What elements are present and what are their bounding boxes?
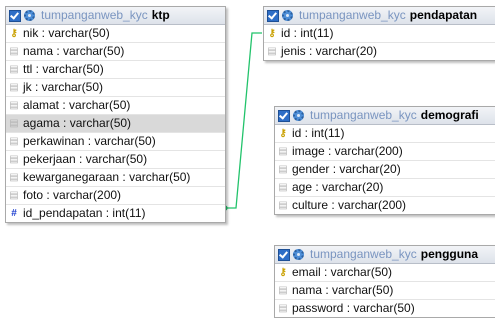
- table-header[interactable]: tumpanganweb_kyc ktp: [6, 7, 225, 25]
- column-icon: ▤: [9, 172, 19, 183]
- column-row[interactable]: ▤ foto : varchar(200): [6, 187, 225, 205]
- column-label: alamat : varchar(50): [23, 98, 131, 112]
- table-pendapatan[interactable]: tumpanganweb_kyc pendapatan ⚷ id : int(11…: [263, 6, 495, 61]
- column-row[interactable]: ▤ password : varchar(50): [275, 300, 495, 317]
- relation-line[interactable]: [226, 32, 262, 209]
- column-icon: ▤: [9, 118, 19, 129]
- gear-icon[interactable]: [24, 10, 35, 21]
- column-row[interactable]: ▤ alamat : varchar(50): [6, 97, 225, 115]
- column-label: age : varchar(20): [292, 180, 384, 194]
- column-label: id_pendapatan : int(11): [23, 206, 146, 220]
- column-row[interactable]: ⚷ email : varchar(50): [275, 264, 495, 282]
- table-header[interactable]: tumpanganweb_kyc demografi: [275, 107, 495, 125]
- table-name: ktp: [151, 8, 170, 22]
- column-row[interactable]: ▤ culture : varchar(200): [275, 197, 495, 214]
- column-icon: ▤: [9, 190, 19, 201]
- column-label: gender : varchar(20): [292, 162, 401, 176]
- column-label: id : int(11): [281, 26, 334, 40]
- column-row[interactable]: ▤ perkawinan : varchar(50): [6, 133, 225, 151]
- column-icon: ▤: [9, 136, 19, 147]
- checkbox-icon[interactable]: [278, 109, 290, 122]
- column-label: perkawinan : varchar(50): [23, 134, 156, 148]
- key-icon: ⚷: [279, 128, 287, 139]
- column-label: password : varchar(50): [292, 301, 415, 315]
- table-name: pendapatan: [409, 8, 478, 22]
- schema-name: tumpanganweb_kyc: [310, 108, 417, 122]
- column-row[interactable]: ▤ jenis : varchar(20): [264, 43, 495, 60]
- table-pengguna[interactable]: tumpanganweb_kyc pengguna ⚷ email : varch…: [274, 245, 495, 318]
- gear-icon[interactable]: [282, 10, 293, 21]
- table-header[interactable]: tumpanganweb_kyc pendapatan: [264, 7, 495, 25]
- key-icon: ⚷: [268, 28, 276, 39]
- column-row[interactable]: ▤ jk : varchar(50): [6, 79, 225, 97]
- column-label: agama : varchar(50): [23, 116, 132, 130]
- column-row[interactable]: ▤ age : varchar(20): [275, 179, 495, 197]
- column-label: image : varchar(200): [292, 144, 403, 158]
- column-row[interactable]: ▤ nama : varchar(50): [6, 43, 225, 61]
- column-label: ttl : varchar(50): [23, 62, 104, 76]
- column-row[interactable]: ▤ gender : varchar(20): [275, 161, 495, 179]
- index-icon: #: [11, 208, 17, 219]
- column-row[interactable]: ▤ ttl : varchar(50): [6, 61, 225, 79]
- checkbox-icon[interactable]: [9, 9, 21, 22]
- column-row[interactable]: ⚷ id : int(11): [264, 25, 495, 43]
- column-row[interactable]: ▤ nama : varchar(50): [275, 282, 495, 300]
- column-row[interactable]: ⚷ nik : varchar(50): [6, 25, 225, 43]
- checkbox-icon[interactable]: [267, 9, 279, 22]
- column-icon: ▤: [9, 154, 19, 165]
- column-icon: ▤: [9, 100, 19, 111]
- column-label: nama : varchar(50): [292, 283, 394, 297]
- column-icon: ▤: [278, 164, 288, 175]
- column-label: pekerjaan : varchar(50): [23, 152, 148, 166]
- column-label: id : int(11): [292, 126, 345, 140]
- column-icon: ▤: [9, 64, 19, 75]
- column-label: culture : varchar(200): [292, 198, 407, 212]
- table-ktp[interactable]: tumpanganweb_kyc ktp ⚷ nik : varchar(50) ▤…: [5, 6, 226, 223]
- table-header[interactable]: tumpanganweb_kyc pengguna: [275, 246, 495, 264]
- table-name: demografi: [420, 108, 479, 122]
- column-label: jenis : varchar(20): [281, 44, 378, 58]
- column-icon: ▤: [278, 285, 288, 296]
- key-icon: ⚷: [279, 267, 287, 278]
- column-label: nama : varchar(50): [23, 44, 125, 58]
- column-row[interactable]: ⚷ id : int(11): [275, 125, 495, 143]
- schema-name: tumpanganweb_kyc: [41, 8, 148, 22]
- column-icon: ▤: [278, 146, 288, 157]
- column-row[interactable]: # id_pendapatan : int(11): [6, 205, 225, 222]
- schema-name: tumpanganweb_kyc: [310, 247, 417, 261]
- column-icon: ▤: [9, 82, 19, 93]
- table-name: pengguna: [420, 247, 479, 261]
- gear-icon[interactable]: [293, 110, 304, 121]
- gear-icon[interactable]: [293, 249, 304, 260]
- schema-name: tumpanganweb_kyc: [299, 8, 406, 22]
- table-demografi[interactable]: tumpanganweb_kyc demografi ⚷ id : int(11)…: [274, 106, 495, 215]
- column-label: kewarganegaraan : varchar(50): [23, 170, 191, 184]
- column-label: email : varchar(50): [292, 265, 393, 279]
- column-icon: ▤: [9, 46, 19, 57]
- column-icon: ▤: [278, 303, 288, 314]
- column-row[interactable]: ▤ kewarganegaraan : varchar(50): [6, 169, 225, 187]
- column-row[interactable]: ▤ pekerjaan : varchar(50): [6, 151, 225, 169]
- column-icon: ▤: [267, 46, 277, 57]
- column-row[interactable]: ▤ image : varchar(200): [275, 143, 495, 161]
- key-icon: ⚷: [10, 28, 18, 39]
- column-label: nik : varchar(50): [23, 26, 110, 40]
- checkbox-icon[interactable]: [278, 248, 290, 261]
- column-icon: ▤: [278, 200, 288, 211]
- column-icon: ▤: [278, 182, 288, 193]
- column-label: jk : varchar(50): [23, 80, 104, 94]
- column-row[interactable]: ▤ agama : varchar(50): [6, 115, 225, 133]
- column-label: foto : varchar(200): [23, 188, 122, 202]
